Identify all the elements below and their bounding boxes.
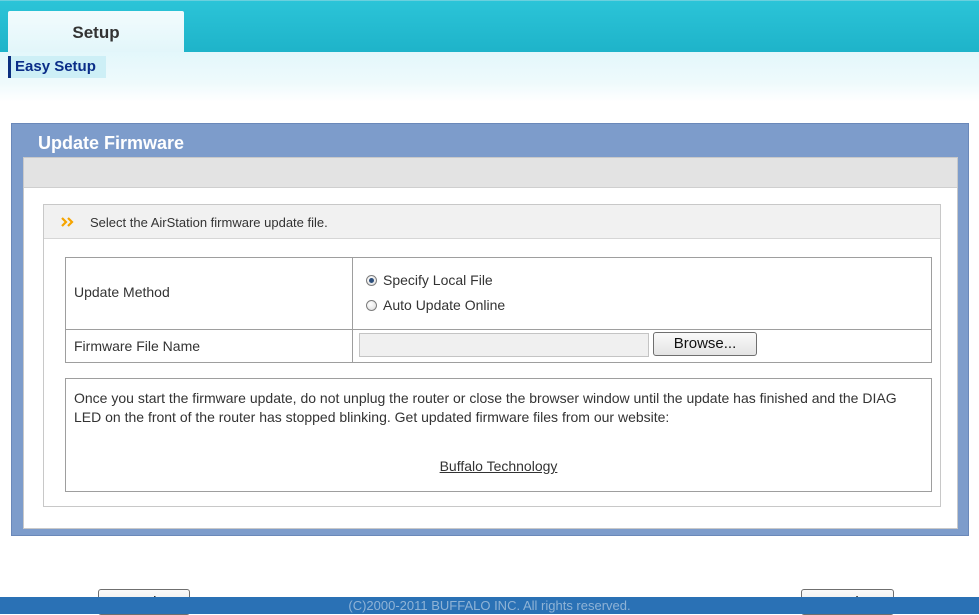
update-method-label: Update Method — [74, 284, 170, 300]
footer-copyright: (C)2000-2011 BUFFALO INC. All rights res… — [0, 597, 979, 614]
browse-button[interactable]: Browse... — [653, 332, 757, 356]
tab-setup-label: Setup — [72, 23, 120, 42]
double-chevron-right-icon — [61, 217, 74, 227]
radio-button-checked-icon[interactable] — [366, 274, 377, 286]
section-header-text: Select the AirStation firmware update fi… — [90, 215, 328, 230]
top-nav-bar: Setup — [0, 0, 979, 53]
tab-setup[interactable]: Setup — [8, 11, 184, 53]
buffalo-technology-link[interactable]: Buffalo Technology — [440, 458, 558, 474]
table-row-firmware-file: Firmware File Name Browse... — [66, 330, 931, 362]
column-divider — [352, 330, 353, 362]
radio-specify-local-file[interactable]: Specify Local File — [366, 271, 493, 289]
radio-button-unchecked-icon[interactable] — [366, 299, 377, 311]
info-text: Once you start the firmware update, do n… — [74, 390, 897, 425]
settings-table: Update Method Specify Local File Auto Up… — [65, 257, 932, 363]
sub-nav-bar — [0, 52, 979, 102]
radio-label-auto-update-online: Auto Update Online — [383, 297, 506, 313]
firmware-file-input[interactable] — [359, 333, 649, 357]
firmware-file-name-label: Firmware File Name — [74, 338, 201, 354]
table-row-update-method: Update Method Specify Local File Auto Up… — [66, 258, 931, 330]
sub-nav-item-easy-setup[interactable]: Easy Setup — [8, 56, 106, 78]
page-title: Update Firmware — [38, 133, 185, 153]
info-link-container: Buffalo Technology — [66, 458, 931, 474]
panel-header-strip — [24, 158, 957, 188]
radio-auto-update-online[interactable]: Auto Update Online — [366, 296, 505, 314]
section-header: Select the AirStation firmware update fi… — [44, 205, 940, 239]
firmware-section: Select the AirStation firmware update fi… — [43, 204, 941, 507]
info-box: Once you start the firmware update, do n… — [65, 378, 932, 492]
column-divider — [352, 258, 353, 329]
radio-label-specify-local-file: Specify Local File — [383, 272, 493, 288]
